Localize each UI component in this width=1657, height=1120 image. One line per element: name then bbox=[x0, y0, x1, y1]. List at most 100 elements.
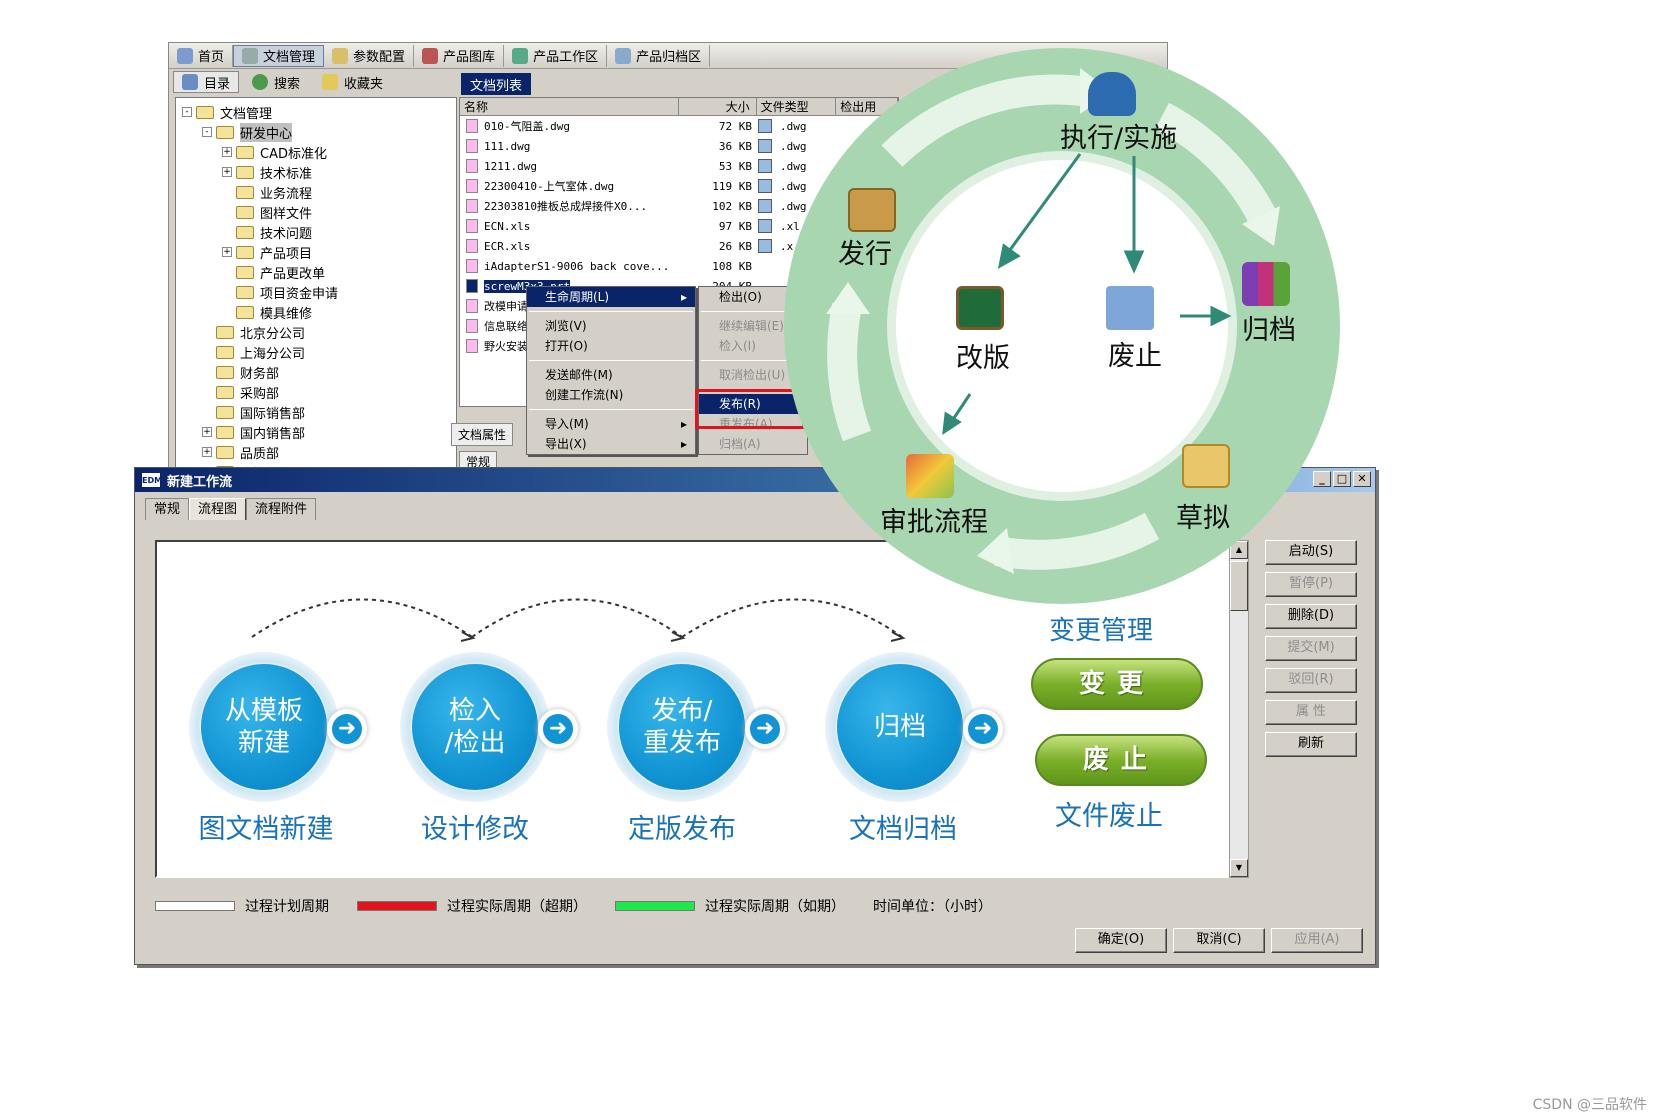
stage-caption: 图文档新建 bbox=[198, 814, 334, 845]
tree-node[interactable]: + 国内销售部 bbox=[176, 422, 456, 442]
tree-node[interactable]: + 产品项目 bbox=[176, 242, 456, 262]
tab-product-gallery[interactable]: 产品图库 bbox=[414, 44, 505, 67]
approval-documents-icon bbox=[906, 454, 954, 498]
submenu-arrow-icon: ▸ bbox=[680, 290, 687, 304]
tree-node[interactable]: 技术问题 bbox=[176, 222, 456, 242]
tab-product-archive[interactable]: 产品归档区 bbox=[607, 44, 711, 67]
tree-node[interactable]: 财务部 bbox=[176, 362, 456, 382]
expand-icon[interactable]: + bbox=[222, 247, 232, 257]
file-icon bbox=[466, 119, 478, 133]
cancel-button[interactable]: 取消(C) bbox=[1173, 928, 1265, 953]
file-icon bbox=[466, 199, 478, 213]
stage-create-from-template[interactable]: 从模板 新建 ➜ 图文档新建 bbox=[189, 652, 389, 845]
folder-icon bbox=[216, 345, 234, 359]
expand-icon[interactable]: + bbox=[202, 447, 212, 457]
ok-button[interactable]: 确定(O) bbox=[1075, 928, 1167, 953]
column-size[interactable]: 大小 bbox=[679, 98, 757, 115]
file-type-icon bbox=[758, 179, 772, 193]
change-button[interactable]: 变更 bbox=[1031, 658, 1203, 710]
tree-node[interactable]: 上海分公司 bbox=[176, 342, 456, 362]
tab-home[interactable]: 首页 bbox=[169, 44, 234, 67]
file-icon bbox=[466, 239, 478, 253]
left-tab-bar: 目录 搜索 收藏夹 bbox=[169, 69, 459, 95]
folder-icon bbox=[236, 305, 254, 319]
tree-node-label: 财务部 bbox=[240, 366, 280, 382]
legend-planned: 过程计划周期 bbox=[155, 896, 329, 916]
tree-node[interactable]: 国际销售部 bbox=[176, 402, 456, 422]
tree-node[interactable]: 北京分公司 bbox=[176, 322, 456, 342]
tab-parameter-config[interactable]: 参数配置 bbox=[324, 44, 415, 67]
tree-node[interactable]: 图样文件 bbox=[176, 202, 456, 222]
config-icon bbox=[332, 47, 349, 64]
close-button[interactable]: ✕ bbox=[1353, 471, 1371, 487]
file-name-cell: 22303810推板总成焊接件X0... bbox=[460, 198, 680, 214]
expand-icon[interactable]: + bbox=[202, 427, 212, 437]
expand-icon[interactable]: + bbox=[222, 167, 232, 177]
workspace-icon bbox=[512, 47, 529, 64]
search-icon bbox=[252, 74, 269, 90]
tab-general[interactable]: 常规 bbox=[145, 498, 190, 520]
tab-document-management[interactable]: 文档管理 bbox=[233, 44, 325, 67]
workflow-action-button[interactable]: 驳回(R) bbox=[1265, 668, 1357, 693]
workflow-action-button[interactable]: 删除(D) bbox=[1265, 604, 1357, 629]
file-icon bbox=[466, 319, 478, 333]
file-name-cell: 1211.dwg bbox=[460, 159, 680, 173]
column-name[interactable]: 名称 bbox=[460, 98, 679, 115]
expand-icon[interactable]: + bbox=[222, 147, 232, 157]
tree-node[interactable]: + 品质部 bbox=[176, 442, 456, 462]
scroll-down-icon[interactable]: ▼ bbox=[1230, 859, 1248, 877]
tab-document-properties[interactable]: 文档属性 bbox=[451, 423, 514, 446]
apply-button[interactable]: 应用(A) bbox=[1271, 928, 1363, 953]
tree-node[interactable]: 模具维修 bbox=[176, 302, 456, 322]
collapse-icon[interactable]: - bbox=[202, 127, 212, 137]
menu-item-label: 检入(I) bbox=[719, 339, 756, 353]
tab-product-workspace[interactable]: 产品工作区 bbox=[504, 44, 608, 67]
time-unit: 时间单位：（小时） bbox=[873, 896, 992, 916]
menu-item-label: 归档(A) bbox=[719, 437, 761, 451]
menu-item[interactable]: 发送邮件(M) bbox=[527, 365, 695, 385]
menu-item[interactable]: 导入(M) ▸ bbox=[527, 414, 695, 434]
users-icon bbox=[1088, 72, 1136, 116]
tree-node-label: 图样文件 bbox=[260, 206, 313, 222]
file-name-cell: iAdapterS1-9006 back cove... bbox=[460, 259, 680, 273]
tree-node[interactable]: 产品更改单 bbox=[176, 262, 456, 282]
disc-line-2: 重发布 bbox=[642, 728, 721, 758]
stage-caption: 设计修改 bbox=[421, 814, 529, 845]
tab-flow-attachments[interactable]: 流程附件 bbox=[246, 498, 317, 520]
workflow-action-button[interactable]: 刷新 bbox=[1265, 732, 1357, 757]
menu-item[interactable]: 生命周期(L) ▸ bbox=[527, 287, 695, 307]
tab-directory[interactable]: 目录 bbox=[173, 71, 240, 93]
tree-node[interactable]: - 文档管理 bbox=[176, 102, 456, 122]
menu-item[interactable]: 导出(X) ▸ bbox=[527, 434, 695, 454]
legend-label: 过程计划周期 bbox=[245, 899, 329, 915]
file-type-icon bbox=[758, 159, 772, 173]
tab-document-list[interactable]: 文档列表 bbox=[461, 73, 531, 95]
workflow-action-button[interactable]: 提交(M) bbox=[1265, 636, 1357, 661]
tab-flowchart[interactable]: 流程图 bbox=[189, 498, 247, 520]
tree-node[interactable]: + 技术标准 bbox=[176, 162, 456, 182]
file-name-cell: ECR.xls bbox=[460, 239, 680, 253]
workflow-action-button[interactable]: 属 性 bbox=[1265, 700, 1357, 725]
tab-search[interactable]: 搜索 bbox=[243, 71, 309, 93]
folder-tree[interactable]: - 文档管理 - 研发中心 + CAD标准化 + 技术标准 业务流程图样文件 技术问题 + 产品项目产… bbox=[175, 97, 457, 493]
tree-node[interactable]: - 研发中心 bbox=[176, 122, 456, 142]
stage-release-rerelease[interactable]: 发布/重发布 ➜ 定版发布 bbox=[607, 652, 807, 845]
stage-archive[interactable]: 归档 ➜ 文档归档 bbox=[825, 652, 1025, 845]
tree-node[interactable]: 业务流程 bbox=[176, 182, 456, 202]
obsolete-button[interactable]: 废止 bbox=[1035, 734, 1207, 786]
collapse-icon[interactable]: - bbox=[182, 107, 192, 117]
disc-line-2: 新建 bbox=[237, 728, 290, 758]
tree-node[interactable]: + CAD标准化 bbox=[176, 142, 456, 162]
menu-item[interactable]: 浏览(V) bbox=[527, 316, 695, 336]
tree-node[interactable]: 项目资金申请 bbox=[176, 282, 456, 302]
next-arrow-icon: ➜ bbox=[963, 709, 1003, 749]
menu-item[interactable]: 打开(O) bbox=[527, 336, 695, 356]
file-icon bbox=[466, 139, 478, 153]
tab-favorites[interactable]: 收藏夹 bbox=[313, 71, 392, 93]
stage-checkin-checkout[interactable]: 检入/检出 ➜ 设计修改 bbox=[400, 652, 600, 845]
lifecycle-obsolete: 废止 bbox=[1108, 341, 1162, 372]
menu-item[interactable]: 创建工作流(N) bbox=[527, 385, 695, 405]
file-size: 53 KB bbox=[718, 159, 752, 173]
file-type-icon bbox=[758, 139, 772, 153]
tree-node[interactable]: 采购部 bbox=[176, 382, 456, 402]
